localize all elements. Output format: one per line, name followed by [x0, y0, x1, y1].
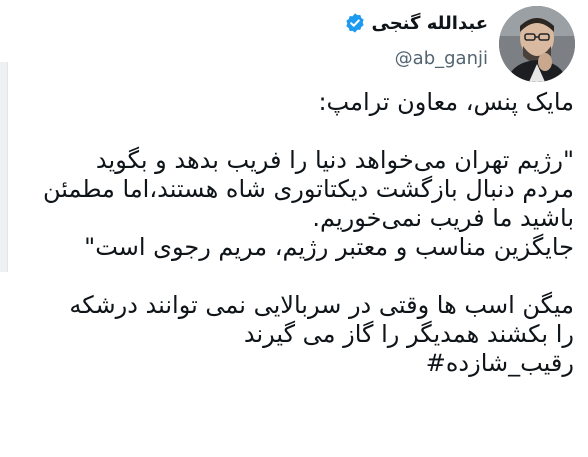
verified-badge-icon: [344, 12, 366, 34]
tweet-text: مایک پنس، معاون ترامپ: "رژیم تهران می‌خو…: [26, 88, 574, 378]
scrollbar-track: [0, 62, 8, 272]
tweet-line: "رژیم تهران می‌خواهد دنیا را فریب بدهد و…: [95, 146, 574, 174]
avatar[interactable]: [499, 6, 575, 82]
author-display-name[interactable]: عبدالله گنجی: [372, 13, 489, 34]
tweet-line: را بکشند همدیگر را گاز می گیرند: [243, 320, 574, 348]
tweet-line: میگن اسب ها وقتی در سربالایی نمی توانند …: [69, 291, 574, 319]
author-handle[interactable]: @ab_ganji: [395, 48, 488, 69]
tweet-line: مردم دنبال بازگشت دیکتاتوری شاه هستند،ام…: [42, 175, 574, 203]
tweet-card: عبدالله گنجی @ab_ganji مایک پنس، معاون ت…: [0, 0, 588, 457]
avatar-image: [499, 6, 575, 82]
tweet-line: مایک پنس، معاون ترامپ:: [318, 88, 574, 116]
tweet-line: جایگزین مناسب و معتبر رژیم، مریم رجوی اس…: [84, 233, 574, 261]
hashtag-link[interactable]: رقیب_شازده#: [26, 349, 574, 378]
author-name-row: عبدالله گنجی: [344, 12, 489, 34]
tweet-line: باشید ما فریب نمی‌خوریم.: [312, 204, 574, 232]
